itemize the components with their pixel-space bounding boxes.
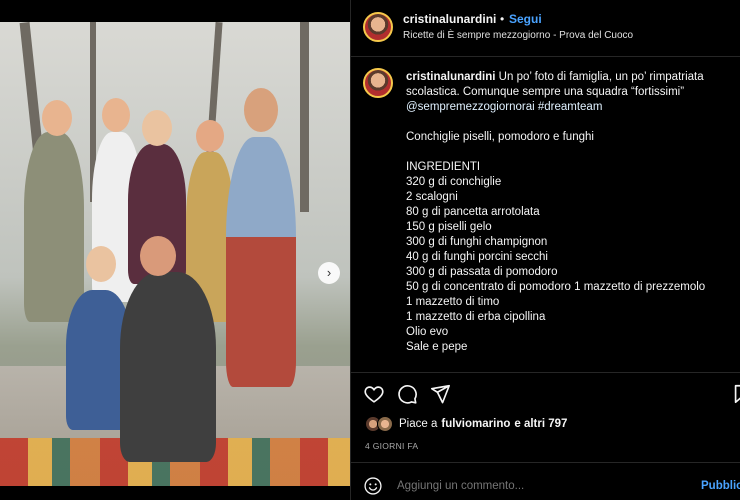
post-header: cristinalunardini • Segui Ricette di È s… [351,0,740,57]
person-head [42,100,72,136]
post-location[interactable]: Ricette di È sempre mezzogiorno - Prova … [403,30,633,41]
likes-user[interactable]: fulviomarino [441,418,510,430]
person-head [86,246,116,282]
photo-bottom-bar [0,486,350,500]
divider [351,372,740,373]
publish-button[interactable]: Pubblica [701,480,740,492]
person-head [140,236,176,276]
ingredient-item: 300 g di passata di pomodoro [406,266,558,278]
post-date[interactable]: 4 GIORNI FA [365,441,418,451]
post-sidebar: cristinalunardini • Segui Ricette di È s… [350,0,740,500]
person-head [142,110,172,146]
ingredient-item: 50 g di concentrato di pomodoro 1 mazzet… [406,281,706,293]
person-head [196,120,224,152]
chevron-right-icon: › [326,265,332,280]
person [120,272,216,462]
next-photo-button[interactable]: › [318,262,340,284]
liker-avatar [377,416,393,432]
background-tree [300,22,309,212]
caption-avatar[interactable] [363,68,393,98]
avatar[interactable] [363,12,393,42]
bookmark-icon[interactable] [731,383,740,405]
ingredient-item: Sale e pepe [406,341,468,353]
ingredient-item: Olio evo [406,326,449,338]
comment-icon[interactable] [396,383,418,405]
photo-top-bar [0,0,350,22]
ingredient-item: 1 mazzetto di erba cipollina [406,311,546,323]
ingredient-item: 40 g di funghi porcini secchi [406,251,548,263]
separator-dot: • [500,12,505,26]
person [226,137,296,387]
ingredient-item: 300 g di funghi champignon [406,236,548,248]
follow-button[interactable]: Segui [509,12,542,26]
ingredients-list: 320 g di conchiglie 2 scalogni 80 g di p… [406,175,736,355]
caption-tags[interactable]: @sempremezzogiornorai #dreamteam [406,101,602,113]
person [24,132,84,322]
comment-input[interactable] [397,480,647,492]
ingredient-item: 2 scalogni [406,191,458,203]
post-photo[interactable]: › [0,22,350,486]
heart-icon[interactable] [363,383,385,405]
likes-count[interactable]: e altri 797 [514,418,567,430]
likes-prefix: Piace a [399,418,438,430]
ingredients-heading: INGREDIENTI [406,161,481,173]
likes-summary[interactable]: Piace a fulviomarino e altri 797 [365,416,567,432]
divider [351,462,740,463]
person-head [244,88,278,132]
ingredient-item: 320 g di conchiglie [406,176,502,188]
person-head [102,98,130,132]
ingredient-item: 80 g di pancetta arrotolata [406,206,540,218]
emoji-icon[interactable] [363,476,383,496]
ingredient-item: 150 g piselli gelo [406,221,492,233]
caption-username[interactable]: cristinalunardini [406,71,495,83]
header-username[interactable]: cristinalunardini [403,12,496,26]
ingredient-item: 1 mazzetto di timo [406,296,500,308]
send-icon[interactable] [429,383,451,405]
recipe-title: Conchiglie piselli, pomodoro e funghi [406,131,594,143]
post-caption: cristinalunardini Un po’ foto di famigli… [406,70,736,115]
